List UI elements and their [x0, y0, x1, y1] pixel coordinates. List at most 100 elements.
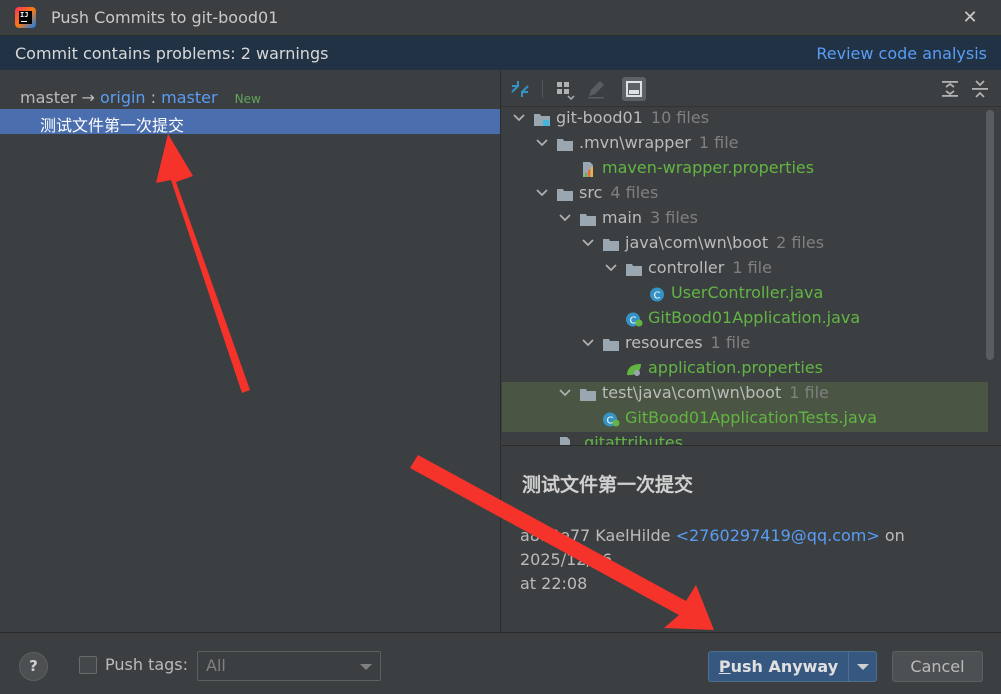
tree-row[interactable]: main 3 files [502, 207, 988, 232]
tree-row[interactable]: .gitattributes [502, 432, 988, 445]
tree-item-name: main [602, 208, 642, 227]
remote-name[interactable]: origin [100, 88, 146, 107]
chevron-down-icon[interactable] [604, 260, 618, 274]
changes-tree: git-bood01 10 files .mvn\wrapper 1 file mave… [502, 107, 1001, 445]
tree-item-name: .gitattributes [579, 433, 684, 445]
folder-icon [625, 262, 643, 277]
tree-row-label: resources 1 file [625, 333, 750, 352]
commit-message: 测试文件第一次提交 [40, 116, 185, 135]
edit-icon[interactable] [584, 77, 608, 101]
chevron-down-icon[interactable] [558, 210, 572, 224]
push-mnemonic: P [718, 657, 731, 676]
collapse-all-icon[interactable] [968, 77, 992, 101]
expand-arrows-icon[interactable] [508, 77, 532, 101]
module-folder-icon [533, 112, 551, 127]
chevron-down-icon[interactable] [581, 235, 595, 249]
help-button[interactable]: ? [19, 652, 48, 681]
tree-row[interactable]: C GitBood01Application.java [502, 307, 988, 332]
changes-toolbar [502, 71, 1001, 107]
folder-icon [579, 212, 597, 227]
local-branch: master [20, 88, 77, 107]
warning-banner: Commit contains problems: 2 warnings Rev… [0, 36, 1001, 70]
tree-item-name: test\java\com\wn\boot [602, 383, 782, 402]
details-title: 测试文件第一次提交 [522, 474, 694, 496]
tree-row-label: src 4 files [579, 183, 658, 202]
tree-item-count: 10 files [650, 108, 710, 127]
folder-icon [602, 237, 620, 252]
chevron-down-icon [857, 664, 869, 670]
tree-item-name: GitBood01Application.java [648, 308, 861, 327]
chevron-down-icon[interactable] [535, 185, 549, 199]
folder-icon [579, 387, 597, 402]
tree-row-label: java\com\wn\boot 2 files [625, 233, 824, 252]
commit-row[interactable]: 测试文件第一次提交 [0, 109, 500, 135]
details-meta: a8a0e77 KaelHilde <2760297419@qq.com> on… [520, 524, 990, 596]
group-by-icon[interactable] [552, 77, 576, 101]
on-word: on [884, 526, 905, 545]
remote-branch[interactable]: master [161, 88, 217, 107]
tree-row-label: maven-wrapper.properties [602, 158, 814, 177]
spring-boot-class-icon: C [625, 312, 643, 327]
window-title: Push Commits to git-bood01 [51, 8, 279, 27]
tree-row-label: controller 1 file [648, 258, 772, 277]
tree-row[interactable]: java\com\wn\boot 2 files [502, 232, 988, 257]
branch-arrow: → [81, 88, 95, 107]
chevron-down-icon[interactable] [558, 385, 572, 399]
warning-text: Commit contains problems: 2 warnings [15, 44, 329, 63]
expand-all-icon[interactable] [938, 77, 962, 101]
commit-date: 2025/12/16 [520, 550, 613, 569]
svg-text:C: C [654, 291, 661, 302]
tree-item-count: 2 files [776, 233, 825, 252]
tree-row[interactable]: controller 1 file [502, 257, 988, 282]
chevron-down-icon[interactable] [535, 135, 549, 149]
tree-row-label: GitBood01Application.java [648, 308, 860, 327]
tree-item-name: GitBood01ApplicationTests.java [625, 408, 878, 427]
folder-icon [556, 187, 574, 202]
tree-row[interactable]: resources 1 file [502, 332, 988, 357]
commit-email[interactable]: <2760297419@qq.com> [676, 526, 880, 545]
commit-author: KaelHilde [595, 526, 671, 545]
tree-row[interactable]: maven-wrapper.properties [502, 157, 988, 182]
tree-item-name: resources [625, 333, 703, 352]
tree-item-count: 1 file [710, 333, 751, 352]
tree-row[interactable]: C UserController.java [502, 282, 988, 307]
tree-item-name: application.properties [648, 358, 823, 377]
commits-pane: master → origin : master New 测试文件第一次提交 [0, 71, 501, 632]
preview-diff-icon[interactable] [622, 77, 646, 101]
tree-item-name: UserController.java [671, 283, 824, 302]
tree-item-name: controller [648, 258, 725, 277]
tree-item-count: 1 file [789, 383, 829, 402]
tree-row[interactable]: git-bood01 10 files [502, 107, 988, 132]
tree-row-label: UserController.java [671, 283, 823, 302]
tree-item-name: java\com\wn\boot [625, 233, 769, 252]
chevron-down-icon[interactable] [581, 335, 595, 349]
tags-select[interactable]: All [197, 651, 381, 681]
tree-item-name: .mvn\wrapper [579, 133, 691, 152]
tree-row[interactable]: test\java\com\wn\boot 1 file [502, 382, 988, 407]
chevron-down-icon [360, 664, 372, 670]
tree-row-label: GitBood01ApplicationTests.java [625, 408, 877, 427]
tree-row-label: test\java\com\wn\boot 1 file [602, 383, 829, 402]
chevron-down-icon[interactable] [512, 110, 526, 124]
tree-row-label: .gitattributes [579, 433, 683, 445]
tree-item-name: git-bood01 [556, 108, 643, 127]
at-word: at [520, 574, 537, 593]
tree-row[interactable]: .mvn\wrapper 1 file [502, 132, 988, 157]
tree-row[interactable]: src 4 files [502, 182, 988, 207]
push-tags-checkbox[interactable] [79, 656, 97, 674]
tree-row[interactable]: application.properties [502, 357, 988, 382]
close-button[interactable]: ✕ [958, 6, 982, 30]
review-code-analysis-link[interactable]: Review code analysis [816, 44, 987, 63]
toolbar-separator [542, 80, 543, 98]
text-file-icon [556, 437, 574, 445]
commit-time: 22:08 [541, 574, 588, 593]
tree-row[interactable]: C GitBood01ApplicationTests.java [502, 407, 988, 432]
new-badge: New [234, 92, 261, 106]
tree-scrollbar[interactable] [986, 110, 994, 360]
tree-row-label: main 3 files [602, 208, 698, 227]
cancel-button[interactable]: Cancel [892, 651, 983, 682]
tree-row-label: application.properties [648, 358, 823, 377]
properties-file-icon [579, 162, 597, 177]
push-anyway-button[interactable]: Push Anyway [708, 651, 849, 682]
push-options-dropdown[interactable] [848, 651, 877, 682]
